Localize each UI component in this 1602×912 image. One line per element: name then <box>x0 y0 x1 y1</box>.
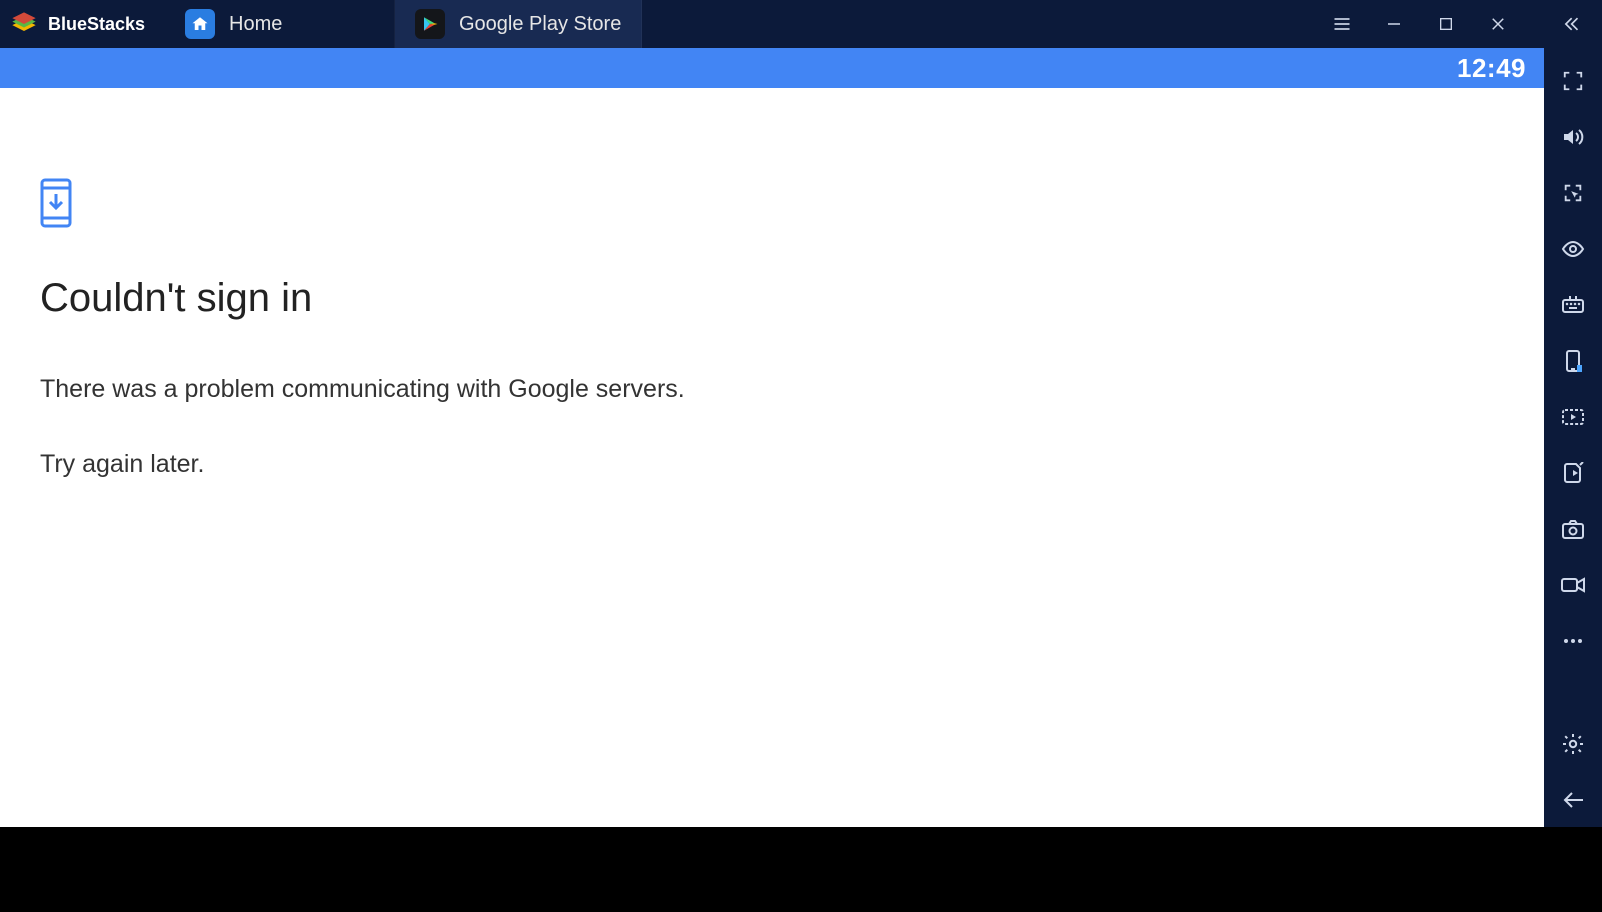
screenshot-icon[interactable] <box>1552 508 1594 550</box>
error-page: Couldn't sign in There was a problem com… <box>0 88 1544 827</box>
android-status-bar: 12:49 <box>0 48 1544 88</box>
app-title: BlueStacks <box>48 14 145 35</box>
status-time: 12:49 <box>1457 53 1526 84</box>
download-device-icon <box>40 178 72 228</box>
tab-strip: Home Google Play Store <box>165 0 642 48</box>
fullscreen-icon[interactable] <box>1552 60 1594 102</box>
maximize-icon[interactable] <box>1434 12 1458 36</box>
keyboard-icon[interactable] <box>1552 284 1594 326</box>
app-window: BlueStacks Home Google Play Sto <box>0 0 1602 827</box>
tab-home-label: Home <box>229 13 282 36</box>
error-line-1: There was a problem communicating with G… <box>40 375 1504 404</box>
back-arrow-icon[interactable] <box>1552 779 1594 821</box>
content-wrap: 12:49 Couldn't sign in There was a probl… <box>0 48 1544 827</box>
record-video-icon[interactable] <box>1552 564 1594 606</box>
play-store-icon <box>415 9 445 39</box>
body-row: 12:49 Couldn't sign in There was a probl… <box>0 48 1602 827</box>
app-logo-area: BlueStacks <box>0 10 165 38</box>
install-apk-icon[interactable] <box>1552 452 1594 494</box>
right-toolbar <box>1544 48 1602 827</box>
menu-icon[interactable] <box>1330 12 1354 36</box>
bluestacks-logo-icon <box>10 10 38 38</box>
settings-gear-icon[interactable] <box>1552 723 1594 765</box>
titlebar: BlueStacks Home Google Play Sto <box>0 0 1602 48</box>
collapse-sidebar-icon[interactable] <box>1558 12 1582 36</box>
rotate-device-icon[interactable] <box>1552 340 1594 382</box>
minimize-icon[interactable] <box>1382 12 1406 36</box>
more-icon[interactable] <box>1552 620 1594 662</box>
eye-icon[interactable] <box>1552 228 1594 270</box>
close-icon[interactable] <box>1486 12 1510 36</box>
error-line-2: Try again later. <box>40 450 1504 479</box>
volume-icon[interactable] <box>1552 116 1594 158</box>
error-heading: Couldn't sign in <box>40 276 1504 321</box>
window-controls <box>1330 12 1602 36</box>
home-icon <box>185 9 215 39</box>
media-folder-icon[interactable] <box>1552 396 1594 438</box>
tab-google-play-store[interactable]: Google Play Store <box>395 0 642 48</box>
tab-play-store-label: Google Play Store <box>459 13 621 36</box>
tab-home[interactable]: Home <box>165 0 395 48</box>
location-cursor-icon[interactable] <box>1552 172 1594 214</box>
